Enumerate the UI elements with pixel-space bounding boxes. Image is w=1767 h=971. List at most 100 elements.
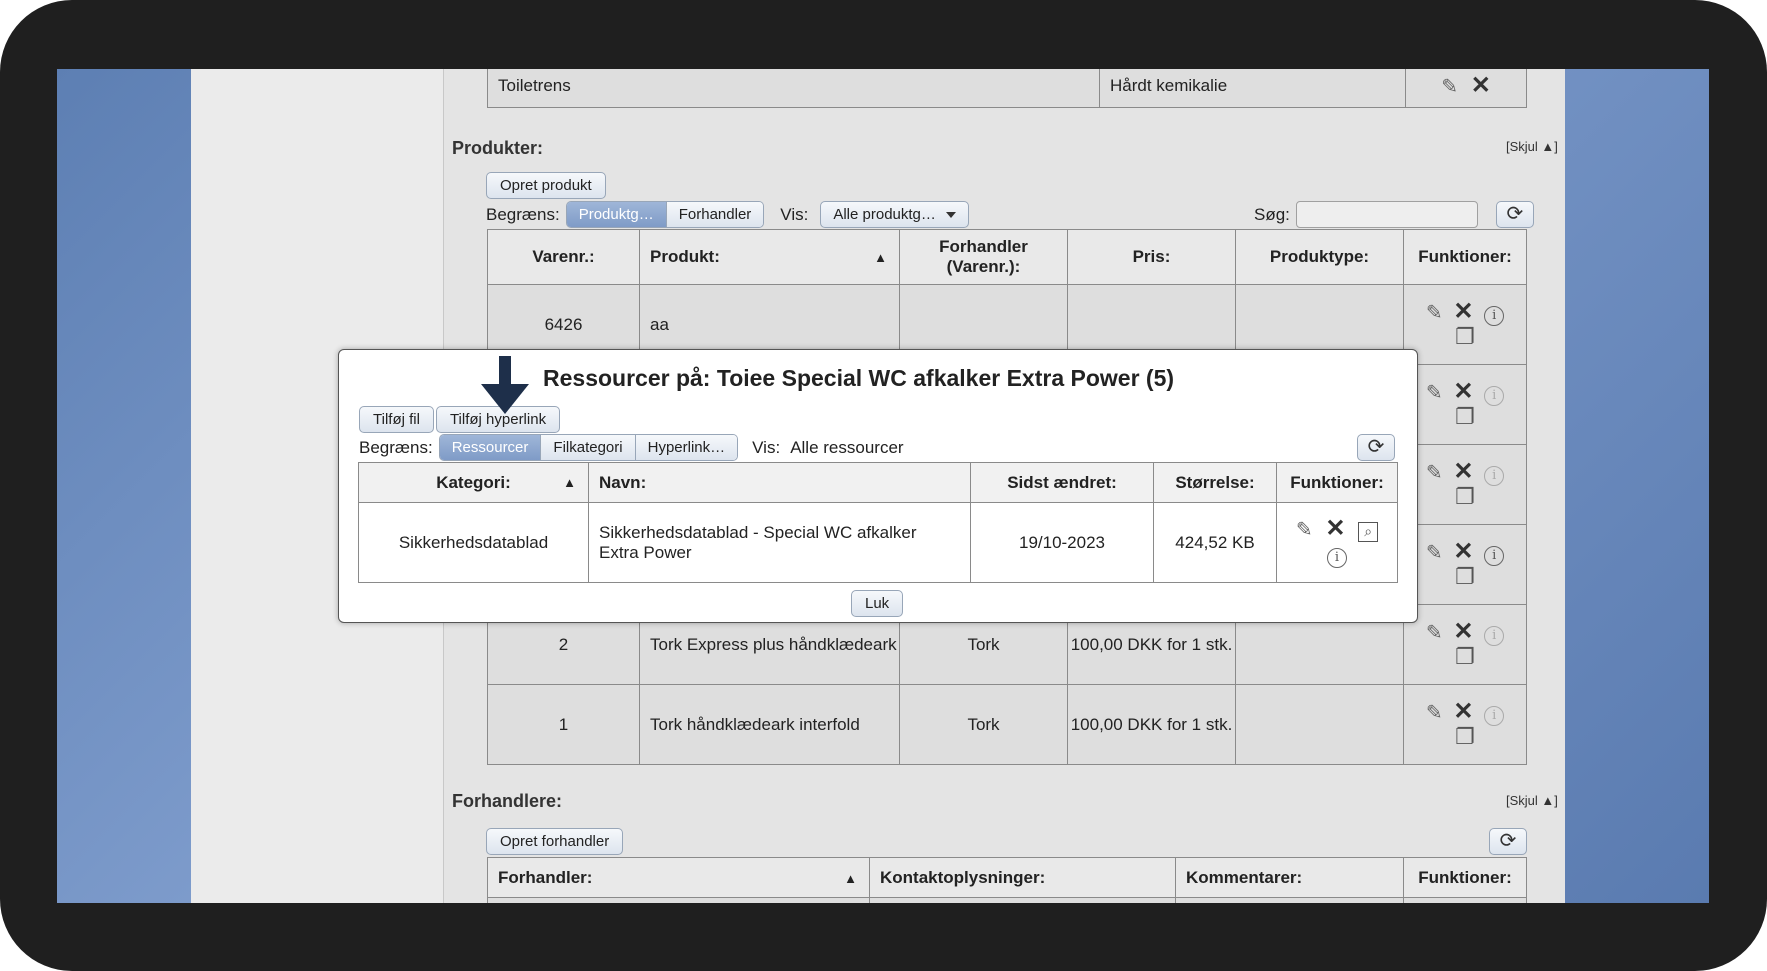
tab-hyperlink[interactable]: Hyperlink… — [634, 435, 738, 460]
pencil-icon[interactable]: ✎ — [1426, 703, 1443, 723]
copy-icon[interactable]: ❐ — [1455, 486, 1475, 508]
refresh-icon[interactable]: ⟳ — [1489, 828, 1527, 855]
copy-icon[interactable]: ❐ — [1455, 726, 1475, 748]
info-icon[interactable]: i — [1484, 306, 1505, 326]
cell-pris: 100,00 DKK for 1 stk. — [1067, 684, 1236, 765]
resource-filter-tabs: Ressourcer Filkategori Hyperlink… — [438, 434, 739, 461]
pencil-icon[interactable]: ✎ — [1296, 520, 1313, 540]
caret-up-icon: ▲] — [1541, 793, 1558, 808]
create-forhandler-button[interactable]: Opret forhandler — [486, 828, 624, 855]
col-pris[interactable]: Pris: — [1067, 229, 1236, 285]
produkter-title: Produkter: — [452, 138, 544, 158]
cell-functions: ✎ ✕ i ❐ — [1403, 284, 1527, 365]
tab-filkategori[interactable]: Filkategori — [540, 435, 635, 460]
forhandlere-hide-link[interactable]: [Skjul ▲] — [1506, 793, 1558, 808]
table-row — [487, 897, 1527, 903]
add-file-button[interactable]: Tilføj fil — [359, 406, 434, 433]
delete-icon[interactable]: ✕ — [1325, 517, 1345, 541]
table-header-row: Kategori: ▲ Navn: Sidst ændret: Størrels… — [358, 462, 1398, 503]
chevron-down-icon — [945, 212, 956, 219]
cell-functions: ✎ ✕ ⌕ i — [1276, 502, 1398, 583]
copy-icon[interactable]: ❐ — [1455, 406, 1475, 428]
col-kategori-label: Kategori: — [436, 472, 511, 492]
table-header-row: Varenr.: Produkt: ▲ Forhandler (Varenr.)… — [487, 229, 1527, 285]
hide-label: [Skjul — [1506, 793, 1538, 808]
cell-name: Toiletrens — [487, 69, 1100, 108]
search-input[interactable] — [1295, 201, 1478, 228]
col-funktioner: Funktioner: — [1403, 857, 1527, 898]
col-kategori[interactable]: Kategori: ▲ — [358, 462, 589, 503]
dialog-title: Ressourcer på: Toiee Special WC afkalker… — [543, 365, 1175, 391]
cell-kategori: Sikkerhedsdatablad — [358, 502, 589, 583]
col-sidst-aendret[interactable]: Sidst ændret: — [970, 462, 1154, 503]
delete-icon[interactable]: ✕ — [1453, 380, 1473, 404]
caret-up-icon: ▲] — [1541, 139, 1558, 154]
col-navn[interactable]: Navn: — [588, 462, 971, 503]
refresh-icon[interactable]: ⟳ — [1357, 434, 1395, 461]
vis-value[interactable]: Alle ressourcer — [790, 438, 903, 458]
cell-produkt: Tork håndklædeark interfold — [639, 684, 900, 765]
pencil-icon[interactable]: ✎ — [1426, 543, 1443, 563]
sort-asc-icon: ▲ — [563, 475, 576, 490]
delete-icon[interactable]: ✕ — [1471, 73, 1491, 98]
pencil-icon[interactable]: ✎ — [1426, 463, 1443, 483]
table-row: Toiletrens Hårdt kemikalie ✎ ✕ — [487, 69, 1527, 108]
col-produktype[interactable]: Produktype: — [1235, 229, 1404, 285]
pencil-icon[interactable]: ✎ — [1426, 303, 1443, 323]
vis-dropdown[interactable]: Alle produktg… — [820, 201, 969, 228]
cell-functions: ✎ ✕ i ❐ — [1403, 684, 1527, 765]
info-icon[interactable]: i — [1484, 706, 1505, 726]
info-icon[interactable]: i — [1484, 466, 1505, 486]
pencil-icon[interactable]: ✎ — [1426, 383, 1443, 403]
cell-stoerrelse: 424,52 KB — [1153, 502, 1277, 583]
tab-produktgruppe[interactable]: Produktg… — [566, 202, 666, 227]
info-icon[interactable]: i — [1327, 548, 1347, 568]
pencil-icon[interactable]: ✎ — [1426, 623, 1443, 643]
delete-icon[interactable]: ✕ — [1453, 620, 1473, 644]
close-button[interactable]: Luk — [851, 590, 904, 617]
col-forhandler[interactable]: Forhandler (Varenr.): — [899, 229, 1068, 285]
copy-icon[interactable]: ❐ — [1455, 566, 1475, 588]
tab-forhandler[interactable]: Forhandler — [665, 202, 764, 227]
delete-icon[interactable]: ✕ — [1453, 540, 1473, 564]
delete-icon[interactable]: ✕ — [1453, 460, 1473, 484]
table-header-row: Forhandler: ▲ Kontaktoplysninger: Kommen… — [487, 857, 1527, 898]
search-label: Søg: — [1254, 204, 1290, 224]
produkter-hide-link[interactable]: [Skjul ▲] — [1506, 139, 1558, 154]
col-forhandler[interactable]: Forhandler: ▲ — [487, 857, 870, 898]
sort-asc-icon: ▲ — [844, 871, 857, 886]
pencil-icon[interactable]: ✎ — [1441, 77, 1458, 97]
cell-sidst-aendret: 19/10-2023 — [970, 502, 1154, 583]
create-product-button[interactable]: Opret produkt — [486, 172, 606, 199]
forhandlere-title: Forhandlere: — [452, 791, 563, 811]
cell-functions: ✎ ✕ i ❐ — [1403, 444, 1527, 525]
copy-icon[interactable]: ❐ — [1455, 646, 1475, 668]
col-funktioner: Funktioner: — [1403, 229, 1527, 285]
tab-ressourcer[interactable]: Ressourcer — [439, 435, 541, 460]
magnifier-icon[interactable]: ⌕ — [1358, 522, 1379, 542]
col-forhandler-label: Forhandler: — [498, 867, 593, 887]
col-varenr[interactable]: Varenr.: — [487, 229, 640, 285]
delete-icon[interactable]: ✕ — [1453, 300, 1473, 324]
cell-functions: ✎ ✕ i ❐ — [1403, 364, 1527, 445]
arrow-down-icon — [481, 356, 529, 414]
begraens-label: Begræns: — [359, 437, 433, 457]
refresh-icon[interactable]: ⟳ — [1495, 201, 1534, 228]
sort-asc-icon: ▲ — [874, 250, 887, 265]
product-filter-tabs: Produktg… Forhandler — [565, 201, 765, 228]
cell-varenr: 1 — [487, 684, 640, 765]
resources-table: Kategori: ▲ Navn: Sidst ændret: Størrels… — [358, 462, 1398, 583]
table-row: Sikkerhedsdatablad Sikkerhedsdatablad - … — [358, 502, 1398, 583]
cell-functions: ✎ ✕ i ❐ — [1403, 604, 1527, 685]
col-kommentarer[interactable]: Kommentarer: — [1175, 857, 1404, 898]
resources-dialog: Ressourcer på: Toiee Special WC afkalker… — [338, 349, 1418, 623]
info-icon[interactable]: i — [1484, 626, 1505, 646]
copy-icon[interactable]: ❐ — [1455, 326, 1475, 348]
delete-icon[interactable]: ✕ — [1453, 700, 1473, 724]
col-produkt[interactable]: Produkt: ▲ — [639, 229, 900, 285]
cell-type — [1235, 684, 1404, 765]
info-icon[interactable]: i — [1484, 546, 1505, 566]
col-kontakt[interactable]: Kontaktoplysninger: — [869, 857, 1176, 898]
info-icon[interactable]: i — [1484, 386, 1505, 406]
col-stoerrelse[interactable]: Størrelse: — [1153, 462, 1277, 503]
